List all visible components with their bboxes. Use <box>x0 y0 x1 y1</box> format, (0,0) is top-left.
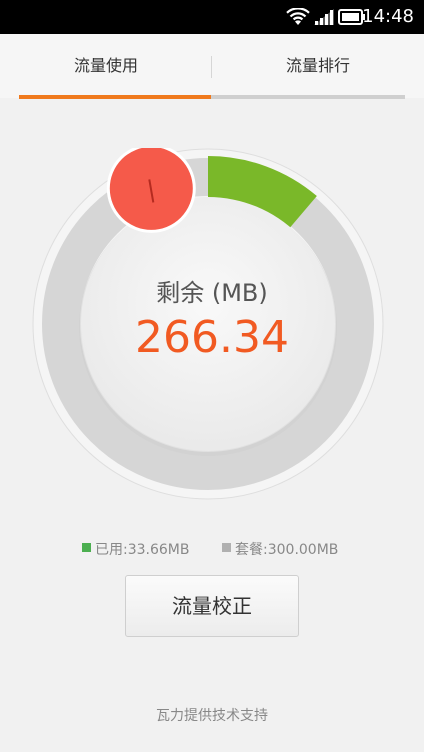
plan-label: 套餐:300.00MB <box>235 542 339 558</box>
used-swatch <box>82 543 91 552</box>
tab-data-ranking[interactable]: 流量排行 <box>212 34 424 98</box>
usage-legend: 已用:33.66MB 套餐:300.00MB <box>0 538 424 560</box>
tab-indicator <box>19 95 211 99</box>
tab-data-usage[interactable]: 流量使用 <box>0 34 212 98</box>
status-time: 14:48 <box>362 6 414 27</box>
wifi-icon <box>286 8 310 25</box>
remaining-label: 剩余 (MB) <box>156 279 268 307</box>
plan-swatch <box>222 543 231 552</box>
signal-icon <box>314 9 334 25</box>
calibrate-button[interactable]: 流量校正 <box>125 575 299 637</box>
gauge-knob[interactable] <box>106 148 196 233</box>
status-bar: 14:48 <box>0 0 424 34</box>
remaining-value: 266.34 <box>135 312 289 363</box>
used-label: 已用:33.66MB <box>95 542 190 558</box>
footer-credit: 瓦力提供技术支持 <box>156 708 268 724</box>
tab-bar: 流量使用 流量排行 <box>0 34 424 98</box>
